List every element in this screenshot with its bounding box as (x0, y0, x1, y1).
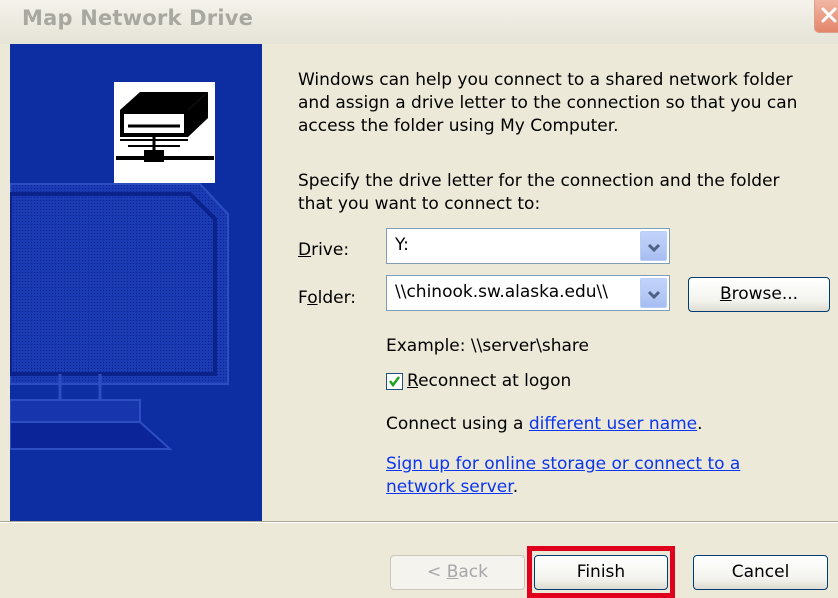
folder-select[interactable]: \\chinook.sw.alaska.edu\\ (386, 275, 670, 311)
bottom-separator (0, 521, 838, 523)
browse-button[interactable]: Browse... (688, 277, 830, 312)
chevron-down-icon (647, 290, 661, 300)
drive-dropdown-button[interactable] (640, 231, 667, 261)
signup-suffix: . (512, 477, 519, 497)
specify-text: Specify the drive letter for the connect… (298, 170, 838, 216)
intro-line-2: and assign a drive letter to the connect… (298, 93, 798, 113)
finish-highlight-annotation (527, 546, 675, 598)
different-user-name-link[interactable]: different user name (529, 414, 697, 434)
close-button[interactable] (814, 0, 838, 33)
folder-select-value: \\chinook.sw.alaska.edu\\ (395, 282, 608, 302)
title-bar: Map Network Drive (0, 0, 838, 44)
drive-select-value: Y: (395, 235, 409, 255)
back-mnemonic: B (446, 562, 459, 582)
drive-label-rest: rive: (311, 240, 350, 260)
connect-using-text: Connect using a different user name. (386, 414, 703, 434)
back-label: ack (458, 562, 488, 582)
chevron-down-icon (647, 243, 661, 253)
connect-using-suffix: . (697, 414, 703, 434)
folder-label-mnemonic: o (307, 288, 318, 308)
reconnect-label[interactable]: Reconnect at logon (407, 371, 571, 391)
intro-text: Windows can help you connect to a shared… (298, 69, 838, 138)
folder-label: Folder: (298, 288, 356, 308)
specify-line-2: that you want to connect to: (298, 194, 541, 214)
folder-label-rest: lder: (317, 288, 356, 308)
window-title: Map Network Drive (22, 6, 254, 30)
signup-link-line-1[interactable]: Sign up for online storage or connect to… (386, 454, 740, 474)
browse-label: rowse... (731, 284, 799, 304)
connect-using-prefix: Connect using a (386, 414, 529, 434)
wizard-content: Windows can help you connect to a shared… (262, 44, 838, 521)
drive-select[interactable]: Y: (386, 228, 670, 264)
intro-line-1: Windows can help you connect to a shared… (298, 70, 793, 90)
cancel-button[interactable]: Cancel (693, 555, 828, 590)
reconnect-checkbox[interactable] (386, 373, 403, 390)
reconnect-label-rest: econnect at logon (418, 371, 572, 391)
example-text: Example: \\server\share (386, 336, 590, 356)
browse-mnemonic: B (719, 284, 732, 304)
folder-dropdown-button[interactable] (640, 278, 667, 308)
drive-label-mnemonic: D (298, 240, 312, 260)
checkmark-icon (389, 376, 400, 388)
wizard-side-panel (10, 44, 262, 521)
network-drive-icon (114, 82, 215, 183)
drive-label: Drive: (298, 240, 349, 260)
signup-link-line-2[interactable]: network server (386, 477, 513, 497)
back-button[interactable]: < Back (390, 555, 525, 590)
folder-label-prefix: F (298, 288, 308, 308)
intro-line-3: access the folder using My Computer. (298, 116, 619, 136)
specify-line-1: Specify the drive letter for the connect… (298, 171, 780, 191)
signup-text: Sign up for online storage or connect to… (386, 453, 740, 499)
back-prefix: < (427, 562, 447, 582)
reconnect-mnemonic: R (407, 371, 419, 391)
close-icon (821, 7, 837, 23)
